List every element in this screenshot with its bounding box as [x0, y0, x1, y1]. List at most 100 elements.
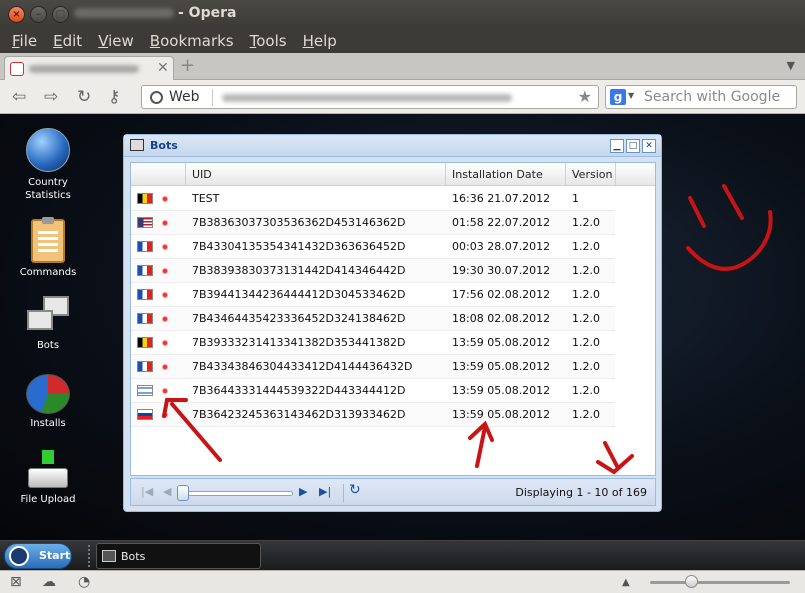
menu-mnemonic: E [53, 31, 63, 50]
installation-date-cell: 01:58 22.07.2012 [452, 216, 551, 229]
header-version[interactable]: Version [566, 163, 616, 186]
close-tab-icon[interactable]: ✕ [157, 60, 169, 76]
status-dot-icon [162, 364, 168, 370]
menu-item-view[interactable]: View [90, 32, 142, 50]
table-row[interactable]: 7B43304135354341432D363636452D 00:03 28.0… [131, 235, 615, 259]
grid-header: UID Installation Date Version [131, 163, 655, 186]
version-cell: 1.2.0 [572, 408, 600, 421]
start-label: Start [39, 549, 71, 562]
cloud-icon[interactable]: ☁ [42, 574, 56, 590]
uid-cell: 7B43464435423336452D324138462D [192, 312, 406, 325]
address-field[interactable]: Web ★ [141, 85, 599, 109]
status-dot-icon [162, 340, 168, 346]
table-row[interactable]: 7B36423245363143462D313933462D 13:59 05.0… [131, 403, 615, 427]
desktop-icon-installs[interactable]: Installs [0, 374, 96, 429]
maximize-window-button[interactable]: □ [52, 6, 69, 23]
installation-date-cell: 19:30 30.07.2012 [452, 264, 551, 277]
reload-icon[interactable]: ↻ [77, 87, 91, 107]
country-flag-icon [137, 361, 153, 372]
google-icon[interactable]: g [610, 89, 626, 105]
address-toolbar: ⇦ ⇨ ↻ ⚷ Web ★ g ▼ Search with Google [0, 80, 805, 114]
page-slider-handle[interactable] [177, 485, 189, 501]
table-row[interactable]: 7B39333231413341382D353441382D 13:59 05.0… [131, 331, 615, 355]
status-dot-icon [162, 244, 168, 250]
back-icon[interactable]: ⇦ [12, 87, 26, 107]
page-slider[interactable] [183, 491, 293, 496]
page-favicon-icon [10, 62, 24, 76]
desktop-icon-label: Bots [36, 340, 60, 351]
minimize-icon[interactable]: ▁ [610, 139, 624, 153]
version-cell: 1.2.0 [572, 384, 600, 397]
installation-date-cell: 00:03 28.07.2012 [452, 240, 551, 253]
zoom-slider-handle[interactable] [685, 575, 698, 588]
forward-icon[interactable]: ⇨ [44, 87, 58, 107]
monitor-icon [102, 550, 116, 562]
installation-date-cell: 13:59 05.08.2012 [452, 360, 551, 373]
search-field[interactable]: g ▼ Search with Google [605, 85, 797, 109]
desktop-icon-bots[interactable]: Bots [0, 296, 96, 351]
wand-key-icon[interactable]: ⚷ [108, 87, 120, 107]
desktop-icon-country-statistics[interactable]: Country Statistics [0, 128, 96, 202]
bots-grid: UID Installation Date Version TEST 16:36 … [130, 162, 656, 476]
chevron-up-icon[interactable]: ▲ [622, 577, 630, 588]
version-cell: 1.2.0 [572, 288, 600, 301]
browser-tab[interactable]: ✕ [4, 56, 174, 80]
desktop-icon-commands[interactable]: Commands [0, 217, 96, 278]
table-row[interactable]: 7B38363037303536362D453146362D 01:58 22.0… [131, 211, 615, 235]
table-row[interactable]: 7B43464435423336452D324138462D 18:08 02.0… [131, 307, 615, 331]
tab-list-icon[interactable]: ▼ [787, 59, 795, 72]
globe-icon [150, 91, 163, 104]
country-flag-icon [137, 265, 153, 276]
globe-icon [26, 128, 70, 172]
table-row[interactable]: TEST 16:36 21.07.2012 1 [131, 187, 615, 211]
bookmark-star-icon[interactable]: ★ [578, 87, 592, 106]
menu-item-help[interactable]: Help [295, 32, 345, 50]
header-uid[interactable]: UID [186, 163, 446, 186]
refresh-icon[interactable]: ↻ [349, 482, 361, 498]
table-row[interactable]: 7B38393830373131442D414346442D 19:30 30.0… [131, 259, 615, 283]
close-window-button[interactable]: × [8, 6, 25, 23]
chevron-down-icon[interactable]: ▼ [628, 91, 634, 100]
smiley-eye-right [722, 184, 744, 220]
start-button[interactable]: Start [4, 543, 72, 569]
paging-toolbar: |◀ ◀ ▶ ▶| ↻ Displaying 1 - 10 of 169 [130, 478, 656, 506]
panel-toggle-icon[interactable]: ⊠ [10, 574, 22, 590]
last-page-icon[interactable]: ▶| [319, 485, 331, 498]
menu-label: elp [313, 31, 337, 50]
first-page-icon[interactable]: |◀ [141, 485, 153, 498]
desktop-icon-file-upload[interactable]: File Upload [0, 450, 96, 505]
speed-dial-icon[interactable]: ◔ [78, 574, 90, 590]
status-dot-icon [162, 196, 168, 202]
taskbar-item-bots[interactable]: Bots [96, 543, 261, 569]
installation-date-cell: 17:56 02.08.2012 [452, 288, 551, 301]
zoom-slider[interactable] [650, 581, 790, 584]
window-title: - Opera [74, 5, 236, 21]
menu-item-edit[interactable]: Edit [45, 32, 90, 50]
table-row[interactable]: 7B39441344236444412D304533462D 17:56 02.0… [131, 283, 615, 307]
menu-item-tools[interactable]: Tools [242, 32, 295, 50]
clipboard-icon [31, 217, 65, 263]
menu-label: dit [62, 31, 83, 50]
header-installation-date[interactable]: Installation Date [446, 163, 566, 186]
menu-item-bookmarks[interactable]: Bookmarks [142, 32, 242, 50]
window-title-bar: × – □ - Opera [0, 0, 805, 28]
bots-window-title-bar[interactable]: Bots ▁ □ ✕ [124, 135, 661, 157]
table-row[interactable]: 7B36443331444539322D443344412D 13:59 05.0… [131, 379, 615, 403]
new-tab-icon[interactable]: + [180, 57, 195, 75]
table-row[interactable]: 7B43343846304433412D4144436432D 13:59 05.… [131, 355, 615, 379]
next-page-icon[interactable]: ▶ [299, 485, 307, 498]
uid-cell: TEST [192, 192, 220, 205]
minimize-window-button[interactable]: – [30, 6, 47, 23]
bots-window-title: Bots [150, 139, 178, 152]
maximize-icon[interactable]: □ [626, 139, 640, 153]
menu-item-file[interactable]: File [4, 32, 45, 50]
installation-date-cell: 16:36 21.07.2012 [452, 192, 551, 205]
status-dot-icon [162, 220, 168, 226]
previous-page-icon[interactable]: ◀ [163, 485, 171, 498]
close-icon[interactable]: ✕ [642, 139, 656, 153]
country-flag-icon [137, 385, 153, 396]
pie-chart-icon [26, 374, 70, 414]
uid-cell: 7B36443331444539322D443344412D [192, 384, 406, 397]
uid-cell: 7B43304135354341432D363636452D [192, 240, 406, 253]
desktop-icon-label: Installs [30, 418, 66, 429]
